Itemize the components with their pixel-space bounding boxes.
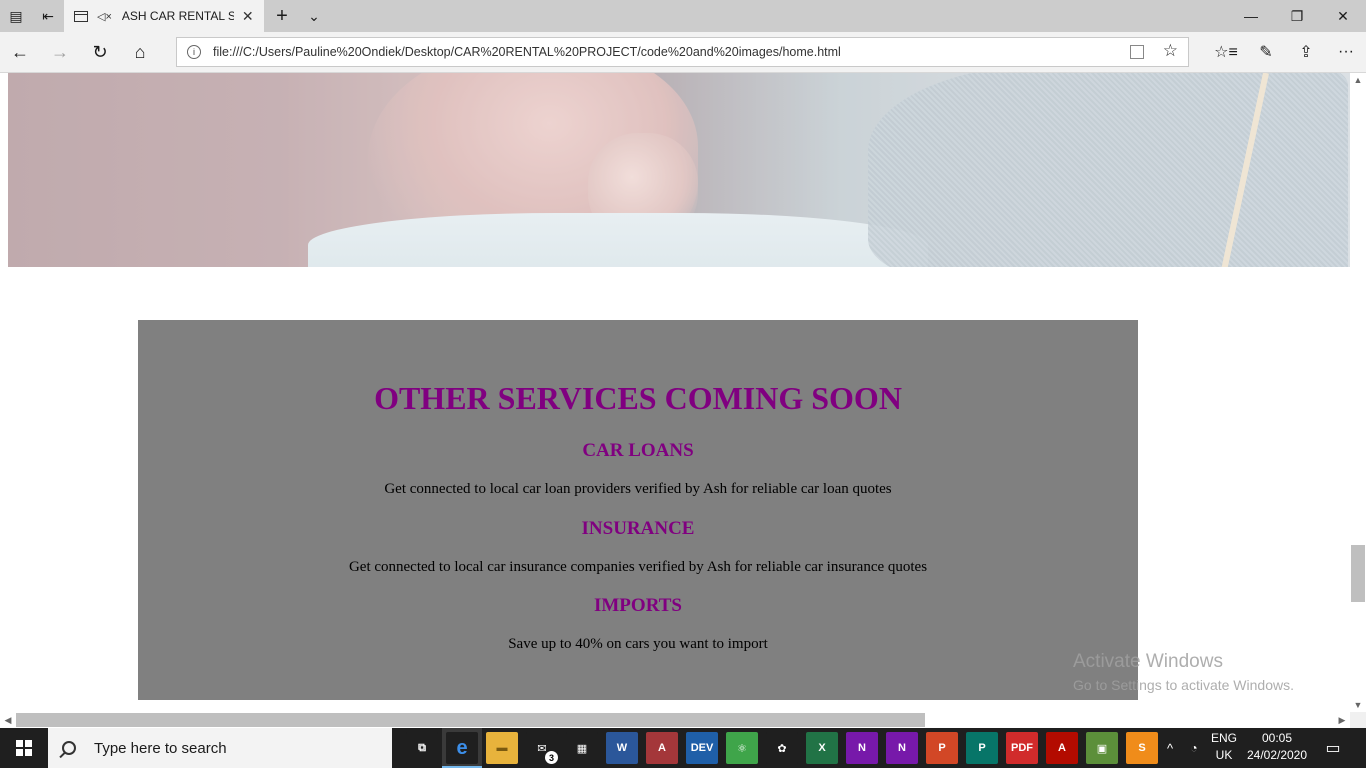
tab-list-chevron-icon[interactable]: ⌄ <box>298 0 330 32</box>
close-tab-icon[interactable]: ✕ <box>242 8 254 25</box>
service-title-imports: IMPORTS <box>593 595 682 616</box>
search-placeholder: Type here to search <box>94 739 227 757</box>
vertical-scrollbar[interactable]: ▲ ▼ <box>1350 73 1366 712</box>
activate-windows-watermark: Activate Windows Go to Settings to activ… <box>1073 651 1294 693</box>
page-viewport: OTHER SERVICES COMING SOON CAR LOANS Get… <box>0 73 1350 712</box>
taskbar: Type here to search ⧉ e ▬ ✉ 3 ▦ W A DEV ⚛ ✿ X N N P P PD… <box>0 728 1366 768</box>
mute-tab-icon[interactable]: ◁× <box>97 10 112 23</box>
set-aside-tabs-icon[interactable]: ⇤ <box>32 0 64 32</box>
clock-date: 24/02/2020 <box>1246 748 1308 762</box>
services-section: OTHER SERVICES COMING SOON CAR LOANS Get… <box>138 320 1138 700</box>
address-url[interactable]: file:///C:/Users/Pauline%20Ondiek/Deskto… <box>213 45 841 59</box>
taskbar-app-android-icon[interactable]: ▣ <box>1086 732 1118 764</box>
taskbar-app-gimp-icon[interactable]: ✿ <box>766 732 798 764</box>
scroll-up-icon[interactable]: ▲ <box>1350 73 1366 87</box>
service-text-car-loans: Get connected to local car loan provider… <box>384 481 892 497</box>
minimize-button[interactable]: — <box>1228 0 1274 32</box>
network-icon[interactable]: ◔ <box>1182 728 1206 768</box>
service-title-car-loans: CAR LOANS <box>582 440 694 461</box>
taskbar-app-sublime-icon[interactable]: S <box>1126 732 1158 764</box>
language-code: ENG <box>1210 731 1237 745</box>
forward-button[interactable]: → <box>40 32 80 72</box>
site-info-icon[interactable]: i <box>187 45 201 59</box>
restore-button[interactable]: ❐ <box>1274 0 1320 32</box>
share-icon[interactable]: ⇪ <box>1286 32 1326 72</box>
settings-more-icon[interactable]: ··· <box>1326 32 1366 72</box>
scroll-right-icon[interactable]: ▶ <box>1334 712 1350 728</box>
taskbar-app-task-view-icon[interactable]: ⧉ <box>406 732 438 764</box>
scroll-down-icon[interactable]: ▼ <box>1350 698 1366 712</box>
watermark-title: Activate Windows <box>1073 651 1223 672</box>
taskbar-app-excel-icon[interactable]: X <box>806 732 838 764</box>
tab-title: ASH CAR RENTAL S <box>121 9 234 23</box>
taskbar-app-dev-cpp-icon[interactable]: DEV <box>686 732 718 764</box>
page-icon <box>74 10 88 22</box>
tab-actions-icon[interactable]: ▤ <box>0 0 32 32</box>
scroll-left-icon[interactable]: ◀ <box>0 712 16 728</box>
taskbar-app-mail-icon[interactable]: ✉ 3 <box>526 732 558 764</box>
hero-image <box>8 73 1350 267</box>
scrollbar-corner <box>1350 712 1366 728</box>
add-favorite-icon[interactable]: ☆ <box>1163 41 1178 61</box>
taskbar-app-file-explorer-icon[interactable]: ▬ <box>486 732 518 764</box>
taskbar-app-atom-icon[interactable]: ⚛ <box>726 732 758 764</box>
notifications-icon[interactable]: ▭ <box>1318 728 1348 768</box>
home-button[interactable]: ⌂ <box>120 32 160 72</box>
taskbar-app-store-icon[interactable]: ▦ <box>566 732 598 764</box>
web-notes-icon[interactable]: ✎ <box>1246 32 1286 72</box>
clock[interactable]: 00:05 24/02/2020 <box>1244 730 1310 764</box>
favorites-icon[interactable]: ☆≡ <box>1206 32 1246 72</box>
service-text-imports: Save up to 40% on cars you want to impor… <box>508 636 768 652</box>
navigation-bar: ← → ↻ ⌂ i file:///C:/Users/Pauline%20Ond… <box>0 32 1366 73</box>
clock-time: 00:05 <box>1261 731 1293 745</box>
back-button[interactable]: ← <box>0 32 40 72</box>
reading-view-icon[interactable] <box>1130 45 1144 59</box>
taskbar-app-powerpoint-icon[interactable]: P <box>926 732 958 764</box>
taskbar-app-word-icon[interactable]: W <box>606 732 638 764</box>
refresh-button[interactable]: ↻ <box>80 32 120 72</box>
horizontal-scrollbar[interactable]: ◀ ▶ <box>0 712 1350 728</box>
new-tab-icon[interactable]: + <box>266 0 298 32</box>
taskbar-app-onenote-icon[interactable]: N <box>846 732 878 764</box>
tab-active[interactable]: ◁× ASH CAR RENTAL S ✕ <box>64 0 264 32</box>
taskbar-app-access-icon[interactable]: A <box>646 732 678 764</box>
vertical-scroll-thumb[interactable] <box>1351 545 1365 602</box>
close-window-button[interactable]: ✕ <box>1320 0 1366 32</box>
tab-strip: ▤ ⇤ ◁× ASH CAR RENTAL S ✕ + ⌄ — ❐ ✕ <box>0 0 1366 32</box>
taskbar-app-onenote-2016-icon[interactable]: N <box>886 732 918 764</box>
taskbar-app-edge-icon[interactable]: e <box>446 732 478 764</box>
taskbar-app-publisher-icon[interactable]: P <box>966 732 998 764</box>
taskbar-app-pdf-reader-icon[interactable]: PDF <box>1006 732 1038 764</box>
search-icon <box>62 741 76 755</box>
tray-chevron-icon[interactable]: ^ <box>1158 728 1182 768</box>
service-text-insurance: Get connected to local car insurance com… <box>348 559 928 575</box>
address-bar[interactable]: i file:///C:/Users/Pauline%20Ondiek/Desk… <box>176 37 1189 67</box>
watermark-subtitle: Go to Settings to activate Windows. <box>1073 677 1294 693</box>
windows-logo-icon <box>16 740 32 756</box>
taskbar-search[interactable]: Type here to search <box>48 728 392 768</box>
mail-badge: 3 <box>545 751 558 764</box>
taskbar-app-acrobat-icon[interactable]: A <box>1046 732 1078 764</box>
start-button[interactable] <box>0 728 48 768</box>
language-region: UK <box>1215 748 1233 762</box>
services-heading: OTHER SERVICES COMING SOON <box>374 380 902 416</box>
language-indicator[interactable]: ENG UK <box>1206 730 1242 764</box>
horizontal-scroll-thumb[interactable] <box>16 713 925 727</box>
service-title-insurance: INSURANCE <box>581 518 695 539</box>
